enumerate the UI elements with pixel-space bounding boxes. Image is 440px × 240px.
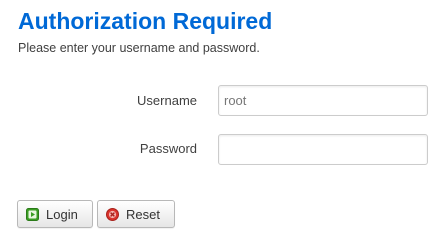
password-label: Password [139, 141, 197, 156]
username-field[interactable] [218, 85, 428, 116]
page-subtitle: Please enter your username and password. [18, 41, 260, 55]
password-field[interactable] [218, 134, 428, 165]
page-title: Authorization Required [18, 8, 273, 34]
login-apply-icon [26, 207, 39, 221]
login-button-label: Login [46, 206, 78, 222]
username-label: Username [137, 93, 197, 108]
login-button[interactable]: Login [17, 200, 93, 228]
reset-cancel-icon [106, 207, 119, 221]
reset-button-label: Reset [126, 206, 160, 222]
reset-button[interactable]: Reset [97, 200, 175, 228]
login-page: Authorization Required Please enter your… [0, 0, 440, 240]
